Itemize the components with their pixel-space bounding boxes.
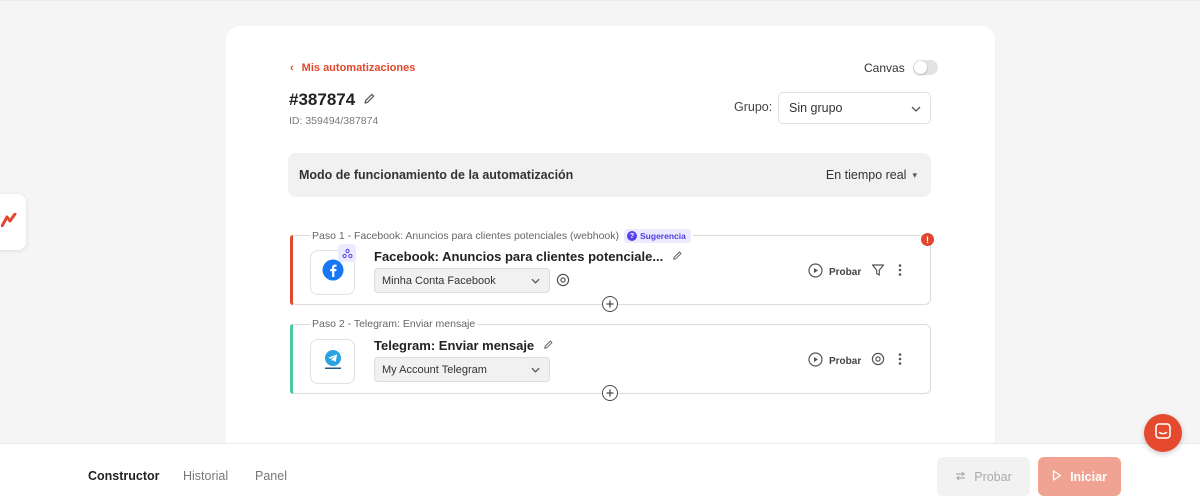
play-icon [1052, 469, 1062, 484]
add-step-button-2[interactable] [602, 385, 618, 401]
caret-down-icon: ▾ [912, 169, 917, 180]
canvas-switch[interactable] [912, 60, 938, 75]
step-2-caption-text: Paso 2 - Telegram: Enviar mensaje [312, 318, 476, 330]
support-chat-button[interactable] [1144, 414, 1182, 452]
swap-arrows-icon [955, 470, 966, 484]
step-accent-bar [290, 324, 293, 394]
more-vertical-icon [897, 352, 903, 371]
edit-title-pencil-icon[interactable] [363, 90, 376, 110]
step-1-account-select[interactable]: Minha Conta Facebook [374, 268, 550, 293]
back-link-label: Mis automatizaciones [301, 62, 416, 74]
step-2-test-label: Probar [829, 355, 862, 367]
group-label: Grupo: [734, 100, 773, 114]
step-2-account-select[interactable]: My Account Telegram [374, 357, 550, 382]
automation-id: ID: 359494/387874 [289, 115, 379, 127]
canvas-label: Canvas [864, 60, 905, 75]
step-1-title: Facebook: Anuncios para clientes potenci… [374, 249, 664, 264]
group-select[interactable]: Sin grupo [778, 92, 931, 124]
canvas-toggle-group: Canvas [864, 60, 938, 75]
play-circle-icon [808, 352, 823, 370]
chevron-down-icon [531, 364, 540, 376]
step-1-more-button[interactable] [897, 263, 903, 282]
run-mode-value: En tiempo real [825, 168, 907, 182]
step-2-test-button[interactable]: Probar [808, 352, 861, 370]
step-accent-bar [290, 235, 293, 305]
step-1-filter-button[interactable] [871, 263, 885, 282]
step-1-title-row: Facebook: Anuncios para clientes potenci… [374, 249, 683, 264]
brand-logo-icon [0, 212, 17, 232]
automation-card: ‹ Mis automatizaciones Canvas #387874 ID… [226, 26, 995, 456]
top-divider [0, 0, 1200, 1]
start-automation-button[interactable]: Iniciar [1038, 457, 1121, 496]
gear-icon [871, 352, 885, 371]
step-1-caption: Paso 1 - Facebook: Anuncios para cliente… [310, 229, 693, 243]
bottom-toolbar: Constructor Historial Panel Probar Inici… [0, 443, 1200, 504]
suggestion-badge[interactable]: ? Sugerencia [624, 229, 691, 243]
group-select-value: Sin grupo [789, 101, 843, 115]
step-1-settings-button[interactable] [556, 273, 570, 292]
edit-step-pencil-icon[interactable] [672, 249, 683, 264]
step-2-caption: Paso 2 - Telegram: Enviar mensaje [310, 318, 478, 330]
suggestion-badge-label: Sugerencia [640, 231, 686, 241]
plus-icon [606, 384, 614, 402]
step-2-settings-button[interactable] [871, 352, 885, 371]
chat-icon [1154, 422, 1172, 445]
telegram-icon [322, 348, 344, 375]
step-1-test-label: Probar [829, 266, 862, 278]
add-step-button-1[interactable] [602, 296, 618, 312]
tab-panel[interactable]: Panel [255, 469, 287, 483]
step-2-title: Telegram: Enviar mensaje [374, 338, 535, 353]
tab-historial[interactable]: Historial [183, 469, 228, 483]
chevron-left-icon: ‹ [290, 62, 294, 74]
back-to-automations-link[interactable]: ‹ Mis automatizaciones [290, 62, 415, 74]
edit-step-pencil-icon[interactable] [543, 338, 554, 353]
step-1-account-value: Minha Conta Facebook [382, 274, 496, 287]
run-mode-bar: Modo de funcionamiento de la automatizac… [288, 153, 931, 197]
test-automation-label: Probar [974, 469, 1012, 484]
start-automation-label: Iniciar [1070, 469, 1107, 484]
webhook-icon [338, 244, 356, 262]
filter-icon [871, 263, 885, 282]
chevron-down-icon [911, 101, 921, 115]
step-2-title-row: Telegram: Enviar mensaje [374, 338, 554, 353]
page-title: #387874 [289, 90, 356, 109]
run-mode-label: Modo de funcionamiento de la automatizac… [299, 168, 574, 182]
run-mode-select[interactable]: En tiempo real ▾ [826, 168, 917, 182]
plus-icon [606, 295, 614, 313]
side-panel-tab[interactable] [0, 194, 26, 250]
play-circle-icon [808, 263, 823, 281]
automation-title-row: #387874 [289, 90, 376, 110]
more-vertical-icon [897, 263, 903, 282]
question-icon: ? [627, 231, 638, 241]
chevron-down-icon [531, 275, 540, 287]
test-automation-button[interactable]: Probar [937, 457, 1030, 496]
step-2-more-button[interactable] [897, 352, 903, 371]
step-1-caption-text: Paso 1 - Facebook: Anuncios para cliente… [312, 230, 620, 242]
gear-icon [556, 273, 570, 292]
warning-icon[interactable]: ! [921, 233, 934, 246]
facebook-icon [322, 259, 344, 286]
step-2-account-value: My Account Telegram [382, 363, 487, 376]
tab-constructor[interactable]: Constructor [88, 469, 160, 483]
step-1-test-button[interactable]: Probar [808, 263, 861, 281]
step-2-app-icon-box [310, 339, 355, 384]
